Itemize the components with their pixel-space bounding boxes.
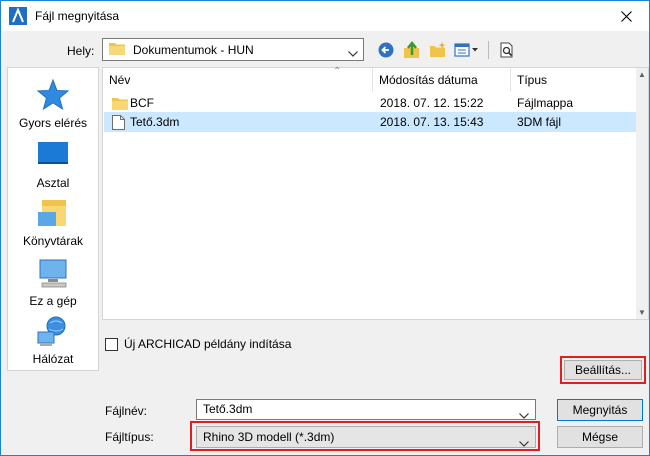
up-folder-button[interactable]	[401, 39, 423, 61]
place-label: Asztal	[36, 176, 70, 190]
archicad-app-icon	[9, 7, 27, 25]
close-icon	[620, 10, 632, 22]
open-button[interactable]: Megnyitás	[557, 399, 643, 421]
close-button[interactable]	[603, 1, 649, 31]
view-menu-icon	[454, 43, 478, 57]
file-type-label: Fájltípus:	[105, 430, 154, 444]
file-name: Tető.3dm	[130, 115, 180, 129]
places-bar: Gyors elérés Asztal Könyvtárak Ez a gép …	[7, 67, 99, 371]
look-in-combo[interactable]: Dokumentumok - HUN	[102, 38, 364, 61]
place-label: Gyors elérés	[18, 116, 88, 130]
new-folder-icon	[430, 42, 446, 57]
new-instance-option[interactable]: Új ARCHICAD példány indítása	[105, 337, 291, 351]
view-menu-button[interactable]	[453, 39, 481, 61]
file-modified: 2018. 07. 13. 15:43	[380, 115, 484, 129]
file-modified: 2018. 07. 12. 15:22	[380, 96, 484, 110]
title-bar: Fájl megnyitása	[1, 1, 649, 31]
place-quick-access[interactable]: Gyors elérés	[8, 78, 98, 130]
preview-button[interactable]	[496, 39, 518, 61]
file-type: 3DM fájl	[517, 115, 562, 129]
file-open-dialog: Fájl megnyitása Hely: Dokumentumok - HUN	[0, 0, 650, 456]
new-instance-checkbox[interactable]	[105, 337, 118, 351]
file-icon	[112, 115, 125, 136]
vertical-scrollbar[interactable]: ▲ ▼	[636, 68, 648, 319]
look-in-value: Dokumentumok - HUN	[133, 42, 254, 57]
look-in-label: Hely:	[67, 44, 95, 58]
up-folder-icon	[404, 41, 419, 58]
back-icon	[378, 42, 394, 58]
folder-icon	[109, 42, 125, 58]
place-network[interactable]: Hálózat	[8, 314, 98, 366]
column-header-name[interactable]: Név	[103, 68, 373, 92]
file-name: BCF	[130, 96, 154, 110]
cancel-button[interactable]: Mégse	[557, 426, 643, 448]
file-list[interactable]: ⌃ Név Módosítás dátuma Típus BCF 2018. 0…	[102, 66, 649, 320]
chevron-down-icon	[348, 46, 358, 60]
settings-button[interactable]: Beállítás...	[564, 360, 642, 380]
computer-icon	[36, 256, 70, 290]
network-icon	[36, 314, 70, 348]
file-name-label: Fájlnév:	[105, 404, 148, 418]
file-type: Fájlmappa	[517, 96, 574, 110]
scroll-down-icon[interactable]: ▼	[638, 308, 646, 317]
place-desktop[interactable]: Asztal	[8, 138, 98, 190]
column-header-type[interactable]: Típus	[511, 68, 637, 92]
place-label: Hálózat	[32, 352, 74, 366]
file-row[interactable]: BCF 2018. 07. 12. 15:22 Fájlmappa	[104, 93, 638, 113]
desktop-icon	[36, 138, 70, 172]
file-type-select[interactable]: Rhino 3D modell (*.3dm)	[196, 426, 536, 448]
libraries-icon	[36, 196, 70, 230]
chevron-down-icon	[519, 433, 529, 453]
preview-icon	[500, 42, 513, 58]
window-title: Fájl megnyitása	[35, 9, 120, 23]
toolbar-separator	[488, 41, 489, 59]
file-name-input[interactable]: Tető.3dm	[196, 399, 536, 420]
place-this-pc[interactable]: Ez a gép	[8, 256, 98, 308]
column-header-modified[interactable]: Módosítás dátuma	[373, 68, 511, 92]
scroll-up-icon[interactable]: ▲	[638, 70, 646, 79]
new-folder-button[interactable]	[427, 39, 449, 61]
place-label: Könyvtárak	[22, 234, 84, 248]
place-libraries[interactable]: Könyvtárak	[8, 196, 98, 248]
place-label: Ez a gép	[29, 294, 77, 308]
new-instance-label: Új ARCHICAD példány indítása	[124, 337, 292, 351]
star-icon	[36, 78, 70, 112]
back-button[interactable]	[375, 39, 397, 61]
dialog-toolbar	[375, 39, 518, 61]
file-row-selected[interactable]: Tető.3dm 2018. 07. 13. 15:43 3DM fájl	[104, 112, 638, 132]
